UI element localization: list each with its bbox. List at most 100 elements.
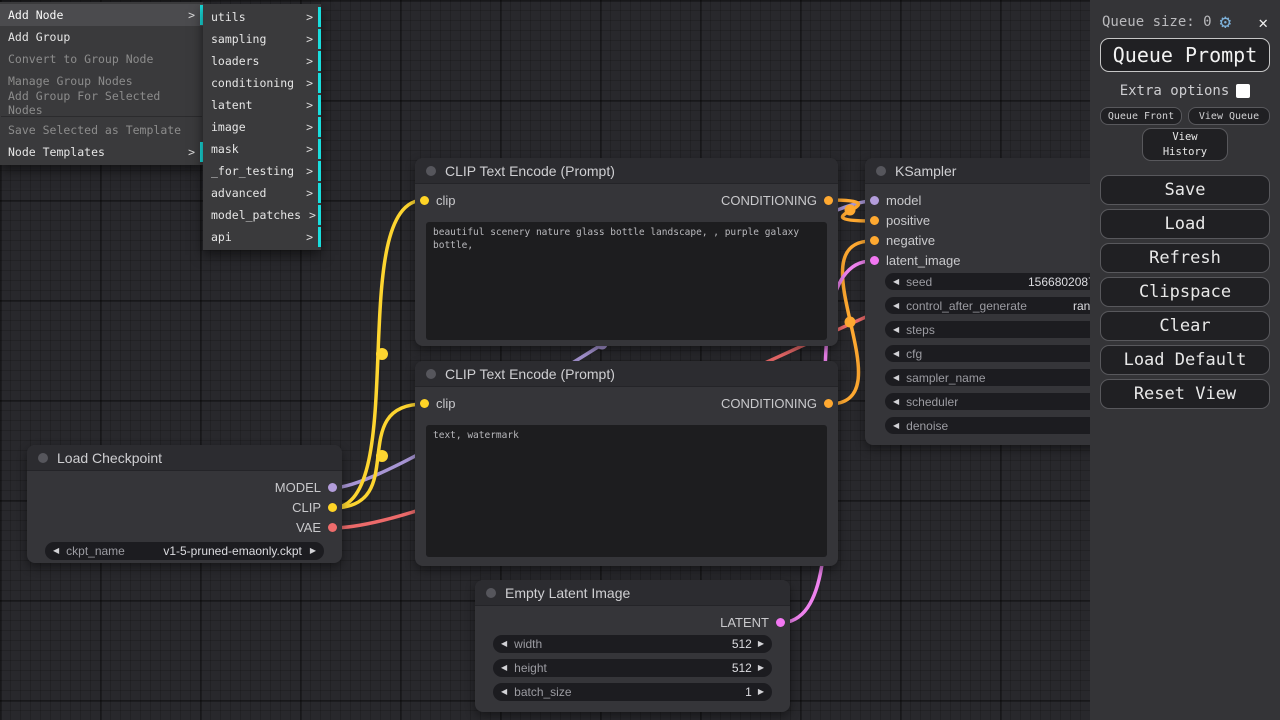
node-title-bar[interactable]: Empty Latent Image: [475, 580, 790, 606]
increment-arrow-icon[interactable]: ▶: [758, 640, 764, 648]
widget-label: width: [514, 637, 542, 651]
wire-midpoint-dot: [845, 205, 856, 216]
widget-label: control_after_generate: [906, 299, 1027, 313]
decrement-arrow-icon[interactable]: ◀: [53, 547, 59, 555]
collapse-dot-icon[interactable]: [426, 166, 436, 176]
decrement-arrow-icon[interactable]: ◀: [501, 640, 507, 648]
batch-size-widget[interactable]: ◀ batch_size 1 ▶: [493, 683, 772, 701]
submenu-item-model_patches[interactable]: model_patches>: [203, 204, 321, 226]
decrement-arrow-icon[interactable]: ◀: [893, 326, 899, 334]
settings-gear-icon[interactable]: ⚙: [1220, 13, 1231, 32]
submenu-item-label: mask: [211, 142, 239, 156]
decrement-arrow-icon[interactable]: ◀: [893, 302, 899, 310]
input-label: negative: [886, 233, 935, 248]
submenu-item-label: conditioning: [211, 76, 294, 90]
refresh-button[interactable]: Refresh: [1100, 243, 1270, 273]
output-port-model[interactable]: [328, 483, 337, 492]
collapse-dot-icon[interactable]: [426, 369, 436, 379]
collapse-dot-icon[interactable]: [486, 588, 496, 598]
submenu-item-advanced[interactable]: advanced>: [203, 182, 321, 204]
submenu-item-api[interactable]: api>: [203, 226, 321, 248]
menu-item-add-group-for-selected-nodes[interactable]: Add Group For Selected Nodes: [0, 92, 203, 114]
menu-item-convert-to-group-node[interactable]: Convert to Group Node: [0, 48, 203, 70]
decrement-arrow-icon[interactable]: ◀: [501, 688, 507, 696]
height-widget[interactable]: ◀ height 512 ▶: [493, 659, 772, 677]
menu-item-save-selected-as-template[interactable]: Save Selected as Template: [0, 119, 203, 141]
reset-view-button[interactable]: Reset View: [1100, 379, 1270, 409]
view-queue-button[interactable]: View Queue: [1188, 107, 1270, 125]
submenu-arrow-icon: >: [298, 186, 313, 200]
node-load-checkpoint[interactable]: Load Checkpoint MODEL CLIP VAE ◀ ckpt_na…: [27, 445, 342, 563]
widget-label: sampler_name: [906, 371, 985, 385]
decrement-arrow-icon[interactable]: ◀: [501, 664, 507, 672]
menu-item-label: Manage Group Nodes: [8, 74, 133, 88]
submenu-arrow-icon: >: [298, 142, 313, 156]
control-sidebar: Queue size: 0 ⚙ ✕ Queue Prompt Extra opt…: [1090, 0, 1280, 720]
view-history-label-line1: View: [1172, 130, 1197, 144]
input-port-clip[interactable]: [420, 196, 429, 205]
queue-front-button[interactable]: Queue Front: [1100, 107, 1182, 125]
ckpt-name-widget[interactable]: ◀ ckpt_name v1-5-pruned-emaonly.ckpt ▶: [45, 542, 324, 560]
increment-arrow-icon[interactable]: ▶: [758, 664, 764, 672]
menu-item-label: Add Group For Selected Nodes: [8, 89, 195, 117]
queue-prompt-button[interactable]: Queue Prompt: [1100, 38, 1270, 72]
node-title-bar[interactable]: CLIP Text Encode (Prompt): [415, 361, 838, 387]
extra-options-checkbox[interactable]: [1236, 84, 1250, 98]
node-title-bar[interactable]: CLIP Text Encode (Prompt): [415, 158, 838, 184]
output-port-clip[interactable]: [328, 503, 337, 512]
submenu-arrow-icon: >: [301, 208, 316, 222]
output-port-latent[interactable]: [776, 618, 785, 627]
submenu-accent-bar: [318, 117, 321, 137]
widget-label: ckpt_name: [66, 544, 125, 558]
submenu-item-image[interactable]: image>: [203, 116, 321, 138]
collapse-dot-icon[interactable]: [876, 166, 886, 176]
menu-item-add-group[interactable]: Add Group: [0, 26, 203, 48]
increment-arrow-icon[interactable]: ▶: [758, 688, 764, 696]
submenu-accent-bar: [318, 7, 321, 27]
output-port-vae[interactable]: [328, 523, 337, 532]
output-port-conditioning[interactable]: [824, 196, 833, 205]
save-button[interactable]: Save: [1100, 175, 1270, 205]
decrement-arrow-icon[interactable]: ◀: [893, 374, 899, 382]
decrement-arrow-icon[interactable]: ◀: [893, 422, 899, 430]
submenu-item-mask[interactable]: mask >: [203, 138, 321, 160]
menu-item-node-templates[interactable]: Node Templates >: [0, 141, 203, 163]
output-row-clip: CLIP: [27, 497, 342, 517]
decrement-arrow-icon[interactable]: ◀: [893, 350, 899, 358]
node-clip-text-encode-positive[interactable]: CLIP Text Encode (Prompt) clip CONDITION…: [415, 158, 838, 346]
input-port-latent-image[interactable]: [870, 256, 879, 265]
load-default-button[interactable]: Load Default: [1100, 345, 1270, 375]
close-icon[interactable]: ✕: [1258, 13, 1268, 32]
input-port-positive[interactable]: [870, 216, 879, 225]
input-label: positive: [886, 213, 930, 228]
submenu-item-_for_testing[interactable]: _for_testing>: [203, 160, 321, 182]
node-clip-text-encode-negative[interactable]: CLIP Text Encode (Prompt) clip CONDITION…: [415, 361, 838, 566]
collapse-dot-icon[interactable]: [38, 453, 48, 463]
submenu-item-latent[interactable]: latent>: [203, 94, 321, 116]
node-title-bar[interactable]: Load Checkpoint: [27, 445, 342, 471]
input-port-clip[interactable]: [420, 399, 429, 408]
input-port-negative[interactable]: [870, 236, 879, 245]
node-title: Empty Latent Image: [505, 585, 630, 601]
submenu-item-utils[interactable]: utils>: [203, 6, 321, 28]
prompt-textarea[interactable]: text, watermark: [426, 425, 827, 557]
clipspace-button[interactable]: Clipspace: [1100, 277, 1270, 307]
prompt-textarea[interactable]: beautiful scenery nature glass bottle la…: [426, 222, 827, 340]
decrement-arrow-icon[interactable]: ◀: [893, 398, 899, 406]
decrement-arrow-icon[interactable]: ◀: [893, 278, 899, 286]
load-button[interactable]: Load: [1100, 209, 1270, 239]
output-port-conditioning[interactable]: [824, 399, 833, 408]
submenu-item-conditioning[interactable]: conditioning>: [203, 72, 321, 94]
submenu-item-loaders[interactable]: loaders>: [203, 50, 321, 72]
input-port-model[interactable]: [870, 196, 879, 205]
submenu-accent-bar: [318, 73, 321, 93]
submenu-item-sampling[interactable]: sampling>: [203, 28, 321, 50]
node-empty-latent-image[interactable]: Empty Latent Image LATENT ◀ width 512 ▶ …: [475, 580, 790, 712]
menu-item-add-node[interactable]: Add Node >: [0, 4, 203, 26]
clear-button[interactable]: Clear: [1100, 311, 1270, 341]
extra-options-row: Extra options: [1100, 81, 1270, 101]
widget-label: height: [514, 661, 547, 675]
view-history-button[interactable]: View History: [1142, 128, 1228, 161]
increment-arrow-icon[interactable]: ▶: [310, 547, 316, 555]
width-widget[interactable]: ◀ width 512 ▶: [493, 635, 772, 653]
